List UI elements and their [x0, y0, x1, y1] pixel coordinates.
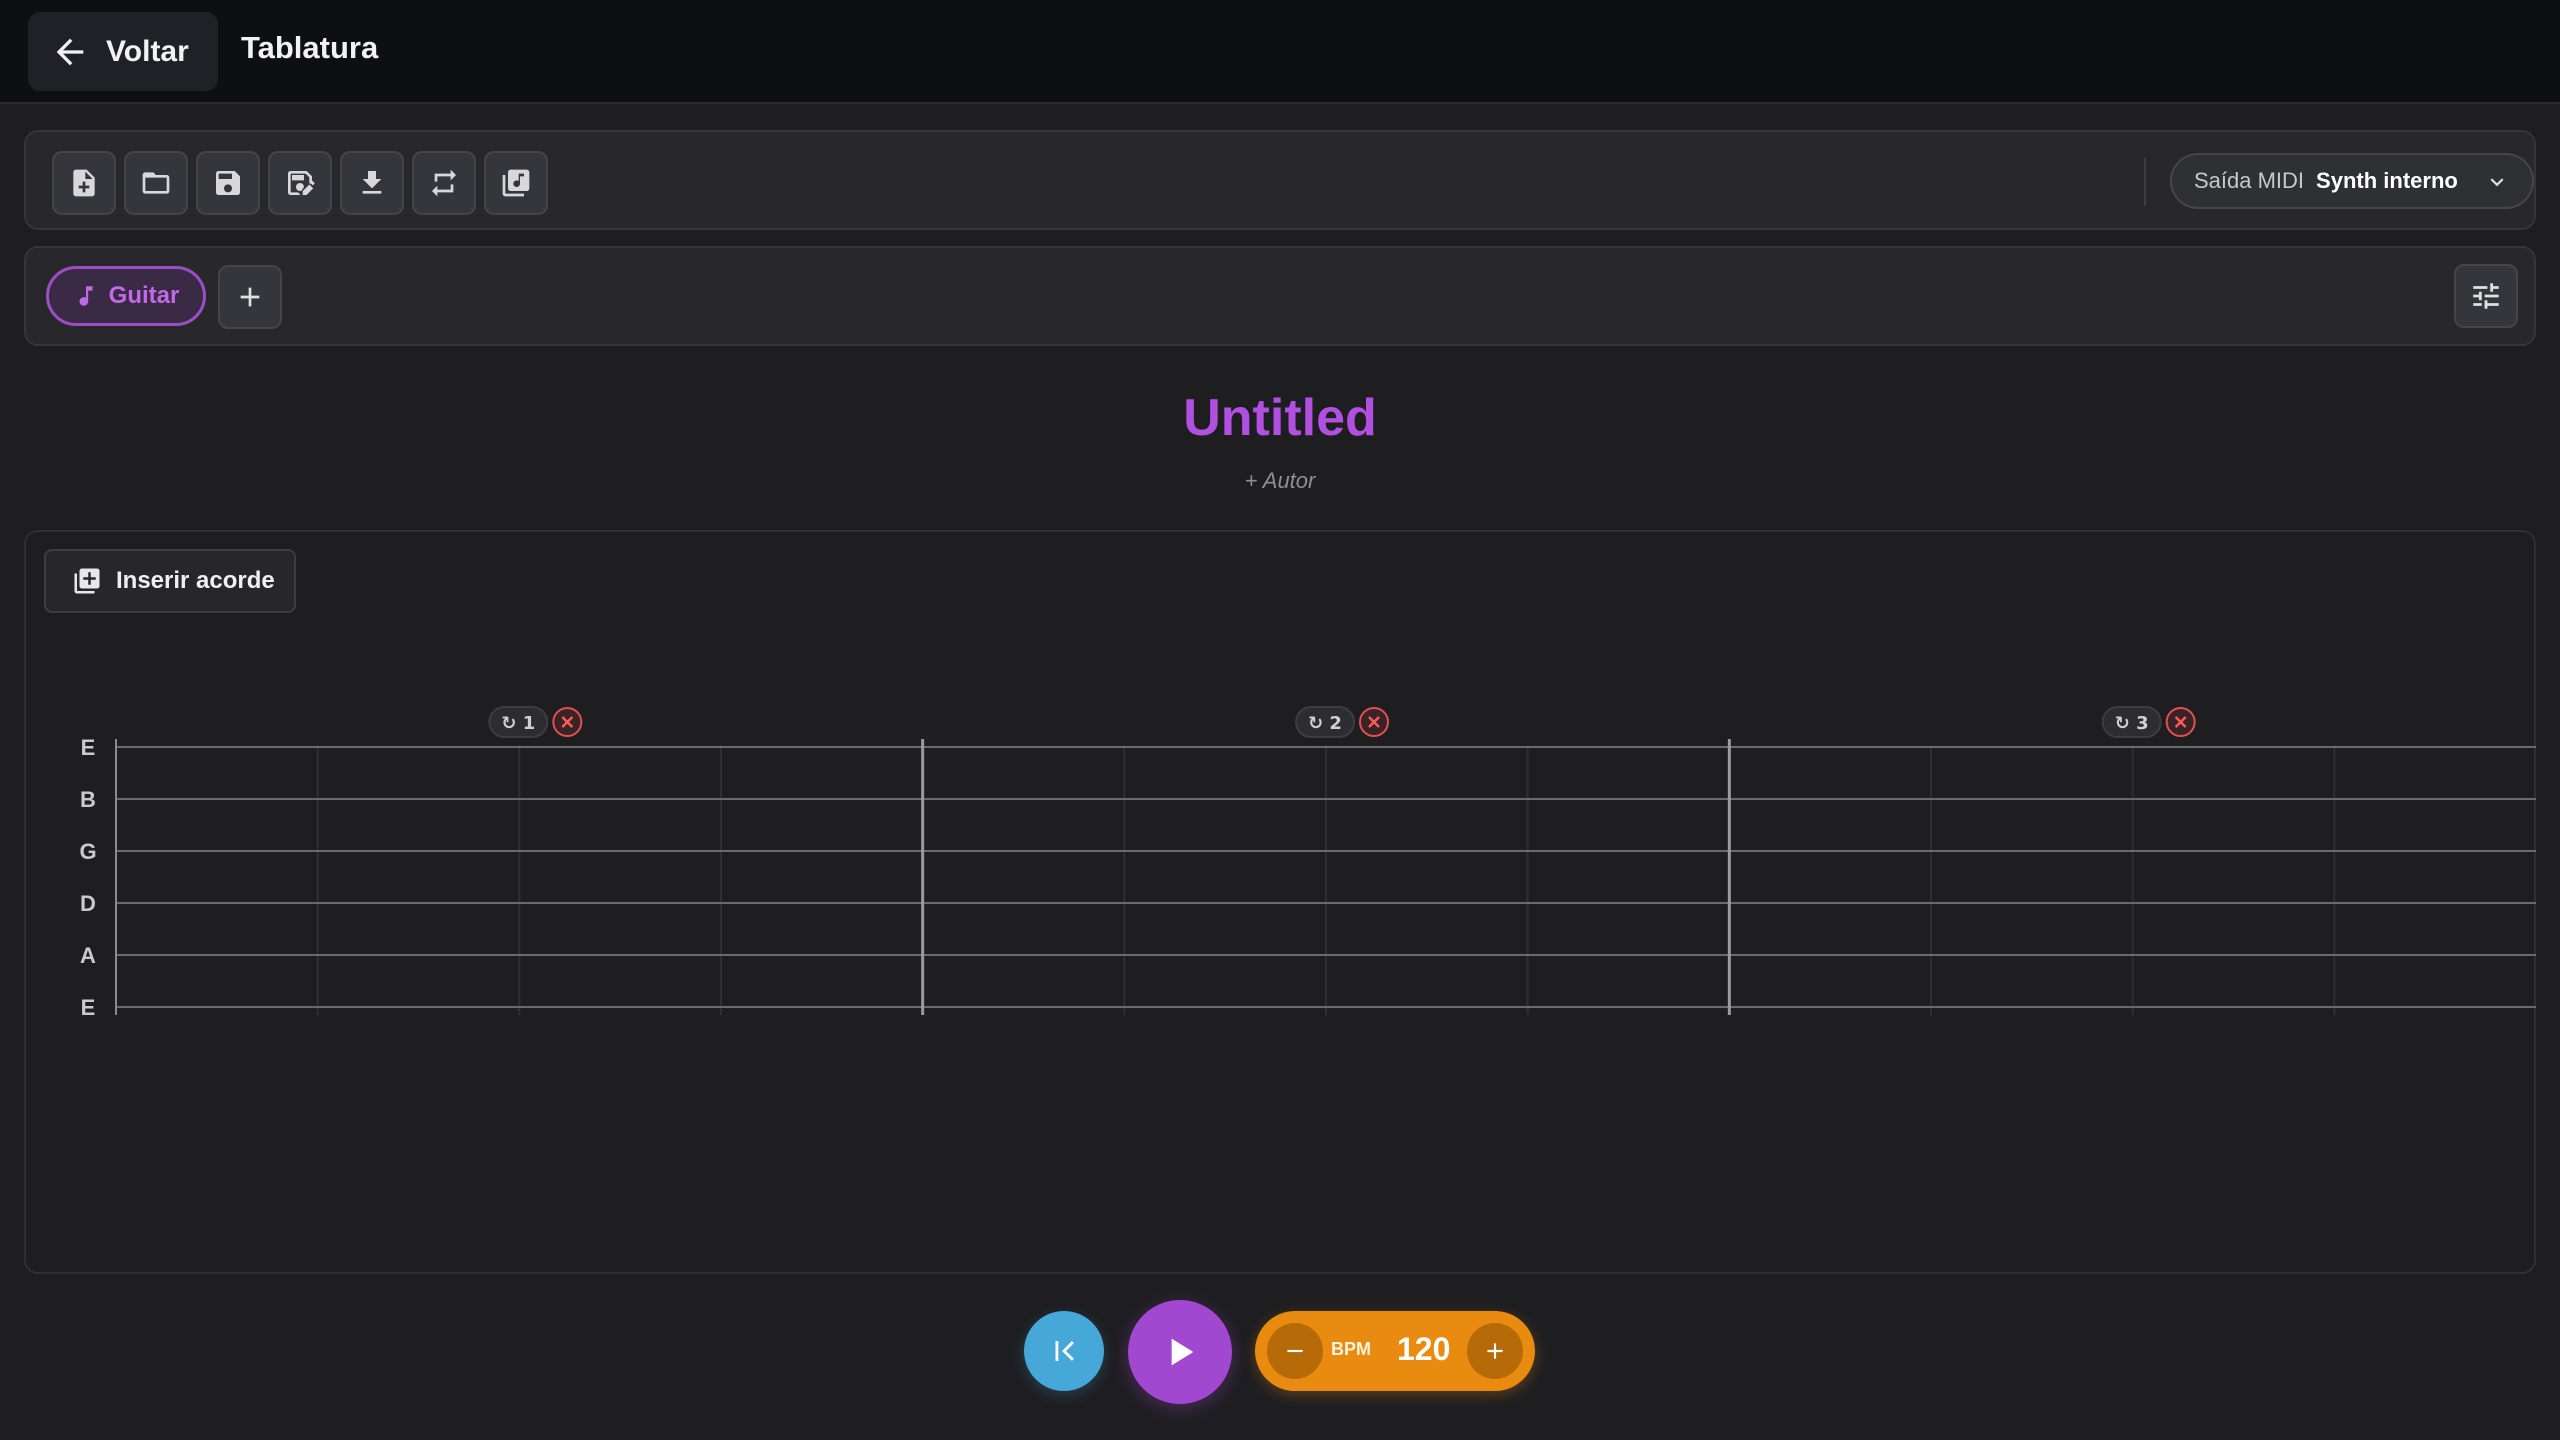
tab-editor: Inserir acorde EBGDAE ↻ 1 ↻ 2 ↻ 3: [24, 530, 2536, 1274]
string-label: D: [80, 891, 96, 916]
toolbar-divider: [2144, 158, 2146, 206]
measure-repeat-label: ↻ 3: [2115, 713, 2149, 734]
track-tab-guitar[interactable]: Guitar: [46, 266, 206, 326]
sliders-icon: [2473, 283, 2499, 309]
back-label: Voltar: [106, 34, 189, 68]
minus-icon: [1287, 1349, 1303, 1353]
delete-measure-button[interactable]: [552, 707, 583, 737]
skip-to-start-icon: [1055, 1341, 1074, 1361]
string-label: A: [80, 943, 96, 968]
arrow-left-icon: [56, 38, 84, 65]
string-label: E: [81, 735, 96, 760]
download-button[interactable]: [340, 151, 404, 215]
tab-staff[interactable]: E B G D A E ↻ 1 ↻ 2 ↻ 3: [26, 532, 2538, 1276]
measure-repeat-label: ↻ 1: [501, 713, 535, 734]
save-as-button[interactable]: [268, 151, 332, 215]
repeat-button[interactable]: [412, 151, 476, 215]
add-track-button[interactable]: [218, 265, 282, 329]
file-plus-icon: [73, 169, 95, 197]
bpm-decrease-button[interactable]: [1267, 1323, 1323, 1379]
plus-icon: [1487, 1343, 1503, 1359]
save-edit-icon: [288, 171, 315, 195]
bpm-control: BPM 120: [1255, 1311, 1535, 1391]
folder-icon: [142, 172, 170, 194]
play-icon: [1171, 1338, 1194, 1366]
measure-repeat-label: ↻ 2: [1308, 713, 1342, 734]
string-label: B: [80, 787, 96, 812]
bpm-value[interactable]: 120: [1397, 1331, 1450, 1368]
back-button[interactable]: Voltar: [28, 12, 218, 91]
delete-measure-button[interactable]: [1359, 707, 1389, 737]
repeat-icon: [432, 169, 456, 197]
file-toolbar: Saída MIDI Synth interno: [24, 130, 2536, 230]
music-library-icon: [502, 169, 530, 197]
open-folder-button[interactable]: [124, 151, 188, 215]
song-author-field[interactable]: + Autor: [0, 468, 2560, 494]
page-title: Tablatura: [241, 30, 379, 65]
string-label: G: [79, 839, 96, 864]
bpm-increase-button[interactable]: [1467, 1323, 1523, 1379]
midi-output-select[interactable]: Saída MIDI Synth interno: [2170, 153, 2534, 209]
save-button[interactable]: [196, 151, 260, 215]
bpm-label: BPM: [1331, 1339, 1371, 1359]
track-settings-button[interactable]: [2454, 264, 2518, 328]
midi-output-value: Synth interno: [2316, 168, 2458, 193]
delete-measure-button[interactable]: [2165, 707, 2196, 737]
top-bar: Voltar Tablatura: [0, 0, 2560, 104]
chevron-down-icon: [2490, 178, 2504, 187]
song-title[interactable]: Untitled: [0, 388, 2560, 448]
download-icon: [362, 171, 382, 194]
measure-repeat-badge[interactable]: ↻ 2: [1295, 706, 1355, 738]
measure-repeat-badge[interactable]: ↻ 1: [488, 706, 549, 738]
plus-icon: [240, 287, 260, 307]
rewind-button[interactable]: [1024, 1311, 1104, 1391]
string-label: E: [81, 995, 96, 1020]
save-icon: [216, 171, 240, 195]
midi-output-label: Saída MIDI: [2194, 168, 2305, 193]
measure-repeat-badge[interactable]: ↻ 3: [2101, 706, 2162, 738]
track-label: Guitar: [108, 282, 180, 309]
tracks-bar: Guitar: [24, 246, 2536, 346]
music-note-icon: [79, 286, 93, 306]
new-file-button[interactable]: [52, 151, 116, 215]
play-button[interactable]: [1128, 1300, 1232, 1404]
chord-library-button[interactable]: [484, 151, 548, 215]
